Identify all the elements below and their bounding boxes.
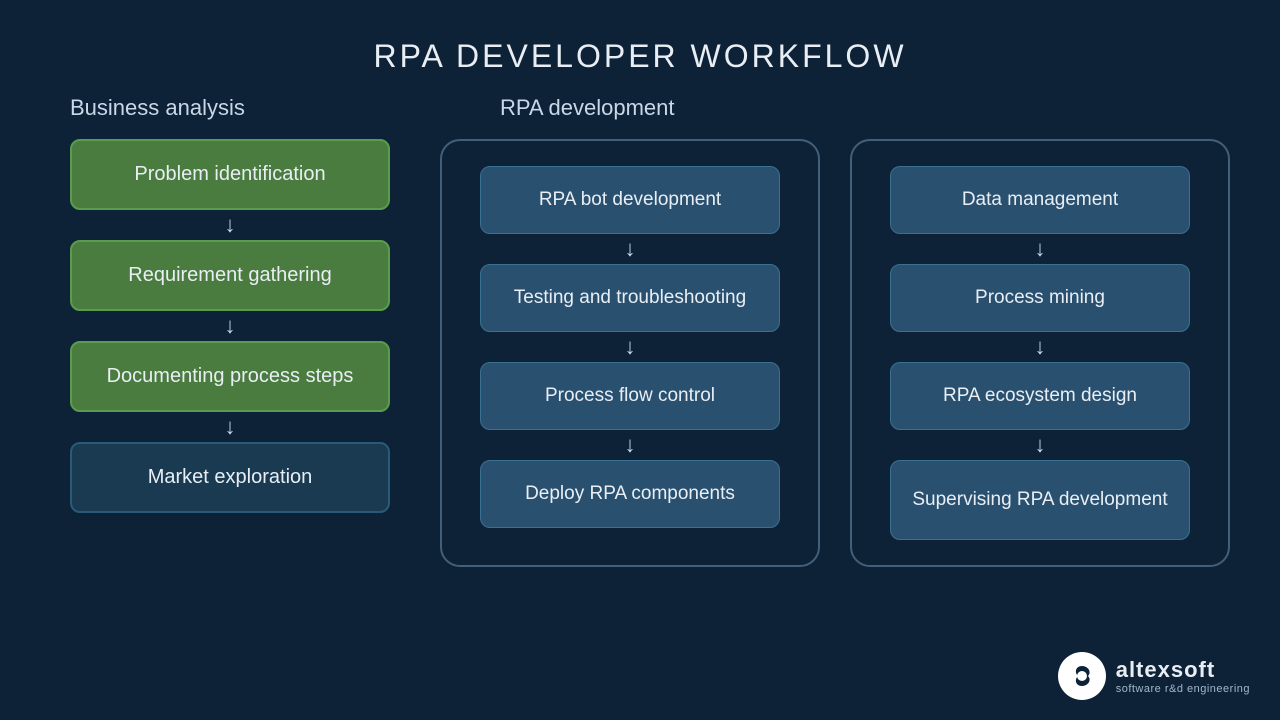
market-exploration-box: Market exploration xyxy=(70,442,390,513)
data-management-box: Data management xyxy=(890,166,1190,234)
rpa-arrow-2: ↓ xyxy=(625,336,636,358)
arrow-2: ↓ xyxy=(225,315,236,337)
process-flow-control-box: Process flow control xyxy=(480,362,780,430)
process-flow-control-text: Process flow control xyxy=(545,385,715,406)
rpa-columns: RPA bot development ↓ Testing and troubl… xyxy=(440,139,1230,567)
rpa2-arrow-2: ↓ xyxy=(1035,336,1046,358)
logo-name: altexsoft xyxy=(1116,657,1250,683)
documenting-process-text: Documenting process steps xyxy=(107,365,354,387)
rpa-arrow-1: ↓ xyxy=(625,238,636,260)
testing-troubleshooting-box: Testing and troubleshooting xyxy=(480,264,780,332)
business-analysis-label: Business analysis xyxy=(70,95,245,121)
logo-icon xyxy=(1058,652,1106,700)
problem-identification-text: Problem identification xyxy=(134,163,325,185)
process-mining-text: Process mining xyxy=(975,287,1105,308)
requirement-gathering-box: Requirement gathering xyxy=(70,240,390,311)
rpa-group-2: Data management ↓ Process mining ↓ RPA e… xyxy=(850,139,1230,567)
data-management-text: Data management xyxy=(962,189,1118,210)
market-exploration-text: Market exploration xyxy=(148,466,313,488)
testing-troubleshooting-text: Testing and troubleshooting xyxy=(514,287,746,308)
requirement-gathering-text: Requirement gathering xyxy=(128,264,331,286)
content-area: Business analysis Problem identification… xyxy=(0,95,1280,567)
rpa-ecosystem-design-text: RPA ecosystem design xyxy=(943,385,1137,406)
process-mining-box: Process mining xyxy=(890,264,1190,332)
rpa2-arrow-1: ↓ xyxy=(1035,238,1046,260)
logo-text-group: altexsoft software r&d engineering xyxy=(1116,657,1250,695)
arrow-1: ↓ xyxy=(225,214,236,236)
logo-subtitle: software r&d engineering xyxy=(1116,683,1250,695)
business-analysis-section: Business analysis Problem identification… xyxy=(50,95,410,513)
rpa-ecosystem-design-box: RPA ecosystem design xyxy=(890,362,1190,430)
deploy-rpa-text: Deploy RPA components xyxy=(525,483,735,504)
documenting-process-box: Documenting process steps xyxy=(70,341,390,412)
logo-area: altexsoft software r&d engineering xyxy=(1058,652,1250,700)
rpa-arrow-3: ↓ xyxy=(625,434,636,456)
altexsoft-logo-svg xyxy=(1064,658,1100,694)
rpa-development-label: RPA development xyxy=(500,95,1230,121)
supervising-rpa-text: Supervising RPA development xyxy=(912,489,1167,511)
problem-identification-box: Problem identification xyxy=(70,139,390,210)
rpa-bot-development-text: RPA bot development xyxy=(539,189,721,210)
rpa-bot-development-box: RPA bot development xyxy=(480,166,780,234)
page-title: RPA DEVELOPER WORKFLOW xyxy=(0,0,1280,85)
business-analysis-boxes: Problem identification ↓ Requirement gat… xyxy=(50,139,410,513)
rpa-group-1: RPA bot development ↓ Testing and troubl… xyxy=(440,139,820,567)
arrow-3: ↓ xyxy=(225,416,236,438)
rpa2-arrow-3: ↓ xyxy=(1035,434,1046,456)
rpa-development-section: RPA development RPA bot development ↓ Te… xyxy=(440,95,1230,567)
supervising-rpa-box: Supervising RPA development xyxy=(890,460,1190,540)
deploy-rpa-components-box: Deploy RPA components xyxy=(480,460,780,528)
